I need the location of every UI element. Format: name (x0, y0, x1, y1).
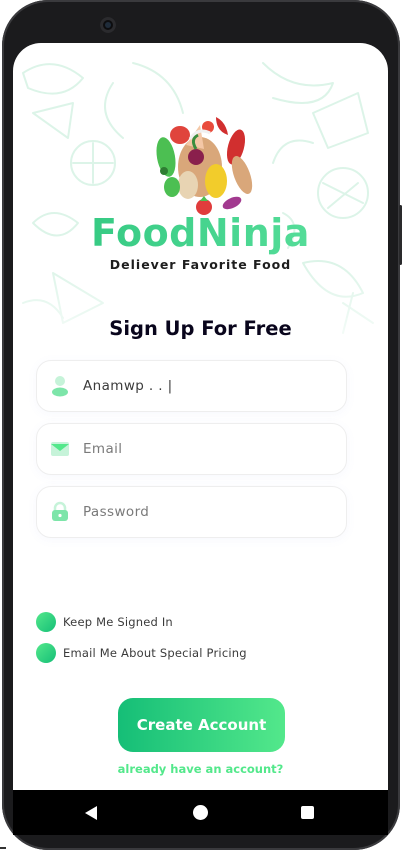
foodninja-logo (156, 117, 253, 215)
square-recents-icon[interactable] (301, 806, 314, 819)
email-field-container (36, 423, 347, 475)
page-title: Sign Up For Free (109, 317, 292, 340)
username-input[interactable] (83, 361, 333, 411)
keep-signed-in-option[interactable]: Keep Me Signed In (36, 611, 336, 633)
password-input[interactable] (83, 487, 333, 537)
email-input[interactable] (83, 424, 333, 474)
create-account-button[interactable]: Create Account (118, 698, 285, 752)
already-have-account-link[interactable]: already have an account? (13, 762, 388, 776)
front-camera (100, 17, 116, 33)
email-special-pricing-option[interactable]: Email Me About Special Pricing (36, 642, 336, 664)
profile-icon (52, 376, 68, 397)
username-field-container (36, 360, 347, 412)
keep-signed-in-checkbox[interactable] (36, 612, 56, 632)
system-navigation-bar (13, 790, 388, 835)
brand-name: FoodNinja (13, 211, 388, 255)
triangle-back-icon[interactable] (84, 805, 98, 821)
signup-screen: FoodNinja Deliever Favorite Food Sign Up… (13, 43, 388, 790)
circle-home-icon[interactable] (193, 805, 208, 820)
password-field-container (36, 486, 347, 538)
email-special-pricing-checkbox[interactable] (36, 643, 56, 663)
brand-tagline: Deliever Favorite Food (109, 257, 292, 272)
corner-mark (0, 847, 6, 849)
phone-mockup: FoodNinja Deliever Favorite Food Sign Up… (0, 0, 402, 853)
email-special-pricing-label: Email Me About Special Pricing (63, 646, 247, 660)
lock-icon (52, 501, 68, 521)
mail-icon (51, 442, 69, 456)
keep-signed-in-label: Keep Me Signed In (63, 615, 173, 629)
